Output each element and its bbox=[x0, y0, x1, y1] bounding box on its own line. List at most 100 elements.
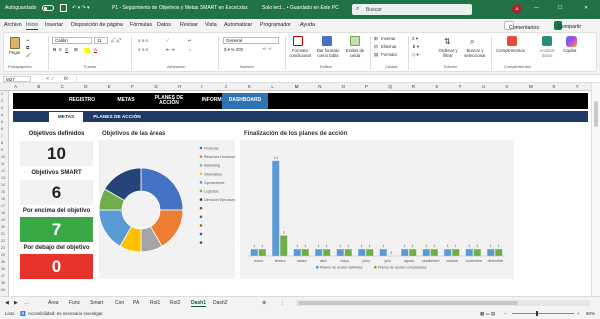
sheet-tab[interactable]: PA bbox=[133, 300, 139, 306]
underline-icon[interactable]: S bbox=[65, 47, 68, 52]
sheet-tab[interactable]: Con bbox=[115, 300, 124, 306]
copilot-icon[interactable] bbox=[566, 36, 577, 47]
vertical-scrollbar[interactable] bbox=[591, 83, 600, 296]
align-top-icon[interactable]: ≡ ≡ ≡ bbox=[138, 38, 148, 43]
cut-icon[interactable]: ✂ bbox=[26, 38, 30, 44]
maximize-icon[interactable]: ☐ bbox=[558, 5, 562, 11]
format-cells-label[interactable]: Formato bbox=[381, 52, 397, 57]
paste-label[interactable]: Pegar bbox=[9, 50, 20, 55]
sheet-tab[interactable]: Dash1 bbox=[191, 300, 207, 307]
merge-center-icon[interactable]: ⇔ bbox=[188, 47, 192, 52]
column-header[interactable]: A bbox=[14, 84, 17, 89]
column-header[interactable]: O bbox=[342, 84, 346, 89]
orientation-icon[interactable]: ⟋ bbox=[166, 38, 169, 43]
number-format-select[interactable]: General bbox=[223, 37, 279, 44]
clear-icon[interactable]: ◇ ▾ bbox=[412, 52, 419, 58]
column-header[interactable]: Q bbox=[388, 84, 392, 89]
borders-icon[interactable]: ⊞ bbox=[74, 47, 78, 53]
column-header[interactable]: S bbox=[435, 84, 438, 89]
column-header[interactable]: M bbox=[295, 84, 299, 89]
column-header[interactable]: K bbox=[248, 84, 251, 89]
column-header[interactable]: T bbox=[459, 84, 462, 89]
menu-insertar[interactable]: Insertar bbox=[45, 22, 63, 28]
tab-next-icon[interactable]: ▶ bbox=[14, 300, 18, 306]
row-header[interactable]: 1 bbox=[1, 92, 3, 96]
formula-input[interactable] bbox=[76, 76, 590, 82]
fx-label[interactable]: fx bbox=[64, 76, 68, 82]
font-grow-icon[interactable]: A^ Av bbox=[111, 37, 121, 43]
avatar[interactable]: JL bbox=[512, 4, 522, 14]
menu-datos[interactable]: Datos bbox=[157, 22, 171, 28]
save-icon[interactable] bbox=[60, 4, 67, 12]
decimal-icon[interactable]: ⁺⁰ ⁻⁰ bbox=[262, 47, 271, 53]
row-header[interactable]: 15 bbox=[1, 190, 5, 194]
sheet-tab[interactable]: Rol2 bbox=[170, 300, 180, 306]
zoom-slider[interactable] bbox=[512, 311, 574, 316]
row-header[interactable]: 7 bbox=[1, 134, 3, 138]
menu-formulas[interactable]: Fórmulas bbox=[130, 22, 152, 28]
addins-icon[interactable] bbox=[507, 36, 517, 46]
column-header[interactable]: R bbox=[412, 84, 415, 89]
row-header[interactable]: 21 bbox=[1, 232, 5, 236]
font-color-icon[interactable]: A bbox=[94, 47, 97, 52]
sheet-tab[interactable]: Dash2 bbox=[213, 300, 227, 306]
format-painter-icon[interactable]: 🖌 bbox=[26, 52, 31, 58]
accounting-icon[interactable]: $ ▾ % 000 bbox=[224, 47, 243, 53]
row-header[interactable]: 5 bbox=[1, 120, 3, 124]
row-header[interactable]: 11 bbox=[1, 162, 5, 166]
row-header[interactable]: 12 bbox=[1, 169, 5, 173]
copy-icon[interactable]: ⧉ bbox=[26, 45, 29, 50]
tab-options-icon[interactable]: ⋮ bbox=[280, 300, 285, 306]
column-header[interactable]: P bbox=[365, 84, 368, 89]
column-header[interactable]: C bbox=[61, 84, 64, 89]
row-header[interactable]: 18 bbox=[1, 211, 5, 215]
fill-color-icon[interactable] bbox=[84, 48, 90, 53]
column-header[interactable]: D bbox=[84, 84, 87, 89]
row-header[interactable]: 19 bbox=[1, 218, 5, 222]
menu-vista[interactable]: Vista bbox=[205, 22, 217, 28]
row-header[interactable]: 9 bbox=[1, 148, 3, 152]
row-header[interactable]: 8 bbox=[1, 141, 3, 145]
column-header[interactable]: F bbox=[131, 84, 134, 89]
row-header[interactable]: 10 bbox=[1, 155, 5, 159]
nav-registro[interactable]: REGISTRO bbox=[58, 93, 106, 109]
column-header[interactable]: W bbox=[529, 84, 533, 89]
view-normal-icon[interactable]: ▦ ▭ ▤ bbox=[480, 311, 495, 317]
sheet-tab[interactable]: Smart bbox=[90, 300, 103, 306]
minimize-icon[interactable]: — bbox=[534, 5, 539, 11]
row-header[interactable]: 25 bbox=[1, 260, 5, 264]
row-header[interactable]: 13 bbox=[1, 176, 5, 180]
column-header[interactable]: L bbox=[271, 84, 274, 89]
row-header[interactable]: 27 bbox=[1, 274, 5, 278]
close-icon[interactable]: ✕ bbox=[584, 5, 588, 11]
search-box[interactable]: ⌕ Buscar bbox=[352, 4, 472, 15]
column-header[interactable]: X bbox=[552, 84, 555, 89]
row-header[interactable]: 6 bbox=[1, 127, 3, 131]
sheet-tab[interactable]: Rol1 bbox=[150, 300, 160, 306]
row-header[interactable]: 14 bbox=[1, 183, 5, 187]
tab-more-icon[interactable]: … bbox=[24, 300, 29, 306]
conditional-format-label[interactable]: Formato condicional bbox=[287, 48, 313, 58]
nav-dashboard[interactable]: DASHBOARD bbox=[222, 93, 268, 109]
column-header[interactable]: B bbox=[37, 84, 40, 89]
undo-icon[interactable]: ↶ ▾ ↷ ▾ bbox=[72, 5, 90, 11]
cell-styles-label[interactable]: Estilos de celda bbox=[343, 48, 367, 58]
comments-button[interactable]: Comentarios bbox=[504, 21, 539, 31]
column-header[interactable]: V bbox=[505, 84, 508, 89]
column-header[interactable]: N bbox=[318, 84, 321, 89]
autosum-icon[interactable]: Σ ▾ bbox=[412, 36, 418, 42]
format-table-icon[interactable] bbox=[322, 36, 332, 46]
tab-prev-icon[interactable]: ◀ bbox=[5, 300, 9, 306]
fill-icon[interactable]: ⬇ ▾ bbox=[412, 44, 419, 50]
nav-planes-accion[interactable]: PLANES DE ACCIÓN bbox=[146, 93, 192, 109]
delete-cells-label[interactable]: Eliminar bbox=[381, 44, 397, 49]
column-header[interactable]: H bbox=[178, 84, 181, 89]
row-header[interactable]: 3 bbox=[1, 106, 3, 110]
paste-icon[interactable] bbox=[10, 37, 20, 49]
row-header[interactable]: 17 bbox=[1, 204, 5, 208]
row-header[interactable]: 22 bbox=[1, 239, 5, 243]
align-left-icon[interactable]: ≡ ≡ ≡ bbox=[138, 47, 148, 52]
autosave-toggle[interactable] bbox=[42, 5, 54, 11]
copilot-label[interactable]: Copilot bbox=[563, 48, 576, 53]
zoom-slider-thumb[interactable] bbox=[536, 311, 538, 316]
